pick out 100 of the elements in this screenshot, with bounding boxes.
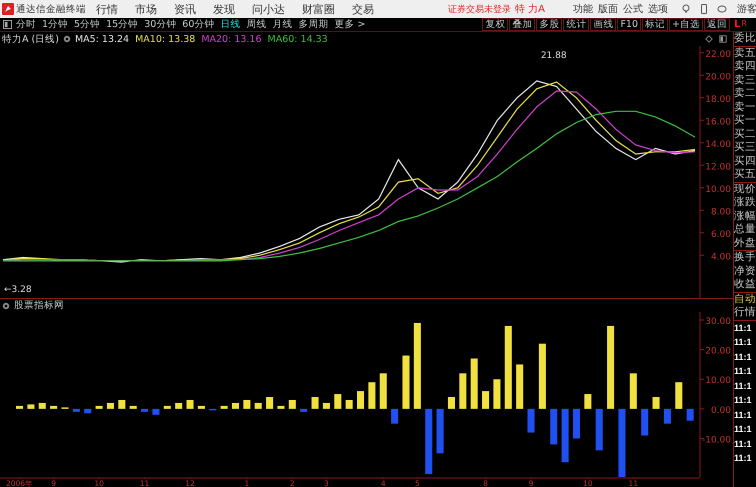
price-annotation: ←3.28 (4, 285, 32, 295)
ma-reading: MA60: 14.33 (268, 34, 328, 44)
indicator-bar (254, 402, 262, 409)
toolbar-button[interactable]: 标记 (642, 18, 668, 31)
indicator-bar (243, 400, 250, 409)
indicator-bar (357, 391, 364, 409)
indicator-bar (448, 397, 455, 409)
quote-label: 买四 (734, 154, 756, 168)
period-tab[interactable]: 1分钟 (42, 18, 68, 31)
indicator-bar (50, 406, 58, 409)
menu-item[interactable]: 资讯 (174, 2, 196, 16)
indicator-bar (470, 358, 478, 409)
indicator-bar (572, 408, 580, 438)
indicator-bar (277, 406, 284, 409)
axis-label: 18.00 (705, 94, 731, 105)
indicator-bar (209, 408, 216, 410)
period-tab[interactable]: 多周期 (298, 18, 328, 31)
indicator-bar (96, 406, 103, 409)
toolbar-button[interactable]: 画线 (590, 18, 616, 31)
indicator-bar (562, 408, 569, 462)
toolbar-button[interactable]: F10 (617, 18, 642, 31)
toolbar-button[interactable]: +自选 (669, 18, 703, 31)
indicator-bar (528, 408, 535, 433)
indicator-bar (152, 408, 160, 415)
trade-time: 11:1 (734, 336, 753, 349)
stock-name: 特 力A (515, 2, 546, 16)
indicator-bar (84, 408, 92, 414)
axis-label: 22.00 (705, 50, 731, 60)
login-status[interactable]: 证券交易未登录 (448, 2, 511, 16)
indicator-bar (27, 404, 34, 409)
axis-label: 6.00 (710, 230, 731, 240)
menu-item[interactable]: 交易 (352, 2, 374, 16)
indicator-bar (641, 408, 648, 436)
mode-label[interactable]: 自动 (734, 292, 756, 306)
axis-label: 0.00 (710, 406, 731, 416)
menu-item[interactable]: 问小达 (252, 2, 285, 16)
quote-label: 卖一 (734, 100, 756, 114)
menu-item[interactable]: 版面 (598, 2, 618, 16)
menu-item[interactable]: 公式 (623, 2, 644, 16)
indicator-bar (141, 408, 148, 412)
toolbar-button[interactable]: 叠加 (509, 18, 536, 31)
indicator-bar (38, 402, 46, 409)
indicator-bar (538, 344, 546, 409)
indicator-bar (550, 408, 558, 444)
toolbar-button[interactable]: 多股 (536, 18, 562, 31)
axis-label: 10.00 (705, 184, 731, 195)
trade-time: 11:1 (734, 408, 753, 422)
quote-label: 净资 (734, 264, 756, 278)
bulb-icon[interactable] (681, 4, 692, 14)
quote-label: 换手 (734, 251, 756, 264)
message-icon[interactable] (717, 4, 728, 14)
trade-time: 11:1 (734, 423, 753, 436)
period-tab[interactable]: 分时 (16, 18, 36, 31)
indicator-bar (380, 373, 387, 409)
trade-time: 11:1 (734, 322, 753, 334)
menu-item[interactable]: 财富圈 (302, 2, 335, 16)
indicator-bar (312, 397, 319, 409)
menu-item[interactable]: 市场 (135, 2, 157, 16)
ma-reading: MA20: 13.16 (201, 34, 262, 44)
logo-icon (2, 3, 14, 15)
period-tab[interactable]: 15分钟 (106, 18, 138, 31)
indicator-bar (516, 364, 524, 409)
menu-item[interactable]: 发现 (213, 2, 235, 16)
period-tab[interactable]: 5分钟 (74, 18, 100, 31)
axis-label: 10.00 (705, 376, 731, 386)
indicator-bar (220, 406, 228, 409)
settings-icon[interactable] (62, 35, 71, 43)
phone-icon[interactable] (699, 4, 710, 14)
menu-item[interactable]: 功能 (573, 2, 594, 16)
indicator-bar (482, 391, 490, 409)
axis-label: 20.00 (705, 72, 731, 82)
menu-item[interactable]: 行情 (96, 2, 118, 16)
quote-label: 卖二 (734, 87, 756, 100)
window-icon[interactable] (719, 35, 727, 43)
quote-label: 总量 (734, 223, 756, 236)
period-tab[interactable]: 周线 (246, 18, 266, 31)
toolbar-button[interactable]: 复权 (482, 18, 508, 31)
quote-label: 收益 (734, 278, 756, 292)
period-tab[interactable]: 更多 > (334, 18, 366, 31)
indicator-bar (16, 406, 24, 409)
indicator-bar (686, 408, 694, 421)
toolbar-button[interactable]: 统计 (563, 18, 590, 31)
settings-icon[interactable] (2, 302, 10, 310)
toolbar-button[interactable]: 返回 (704, 18, 730, 31)
indicator-bar (664, 408, 671, 424)
quote-label: 委比 (734, 32, 756, 46)
indicator-bar (72, 408, 80, 412)
ma-reading: MA10: 13.38 (135, 34, 196, 44)
axis-label: 12.00 (705, 162, 731, 172)
panel-toggle-icon[interactable] (3, 20, 12, 29)
indicator-bar (630, 373, 637, 409)
section-label: 行情 (734, 306, 756, 320)
period-tab[interactable]: 60分钟 (182, 18, 214, 31)
trade-time: 11:1 (734, 380, 753, 392)
period-tab[interactable]: 月线 (272, 18, 292, 31)
period-tab[interactable]: 30分钟 (144, 18, 176, 31)
quote-label: 涨幅 (734, 210, 756, 223)
diamond-icon[interactable] (705, 35, 713, 43)
period-tab[interactable]: 日线 (220, 18, 240, 31)
menu-item[interactable]: 选项 (648, 2, 668, 16)
